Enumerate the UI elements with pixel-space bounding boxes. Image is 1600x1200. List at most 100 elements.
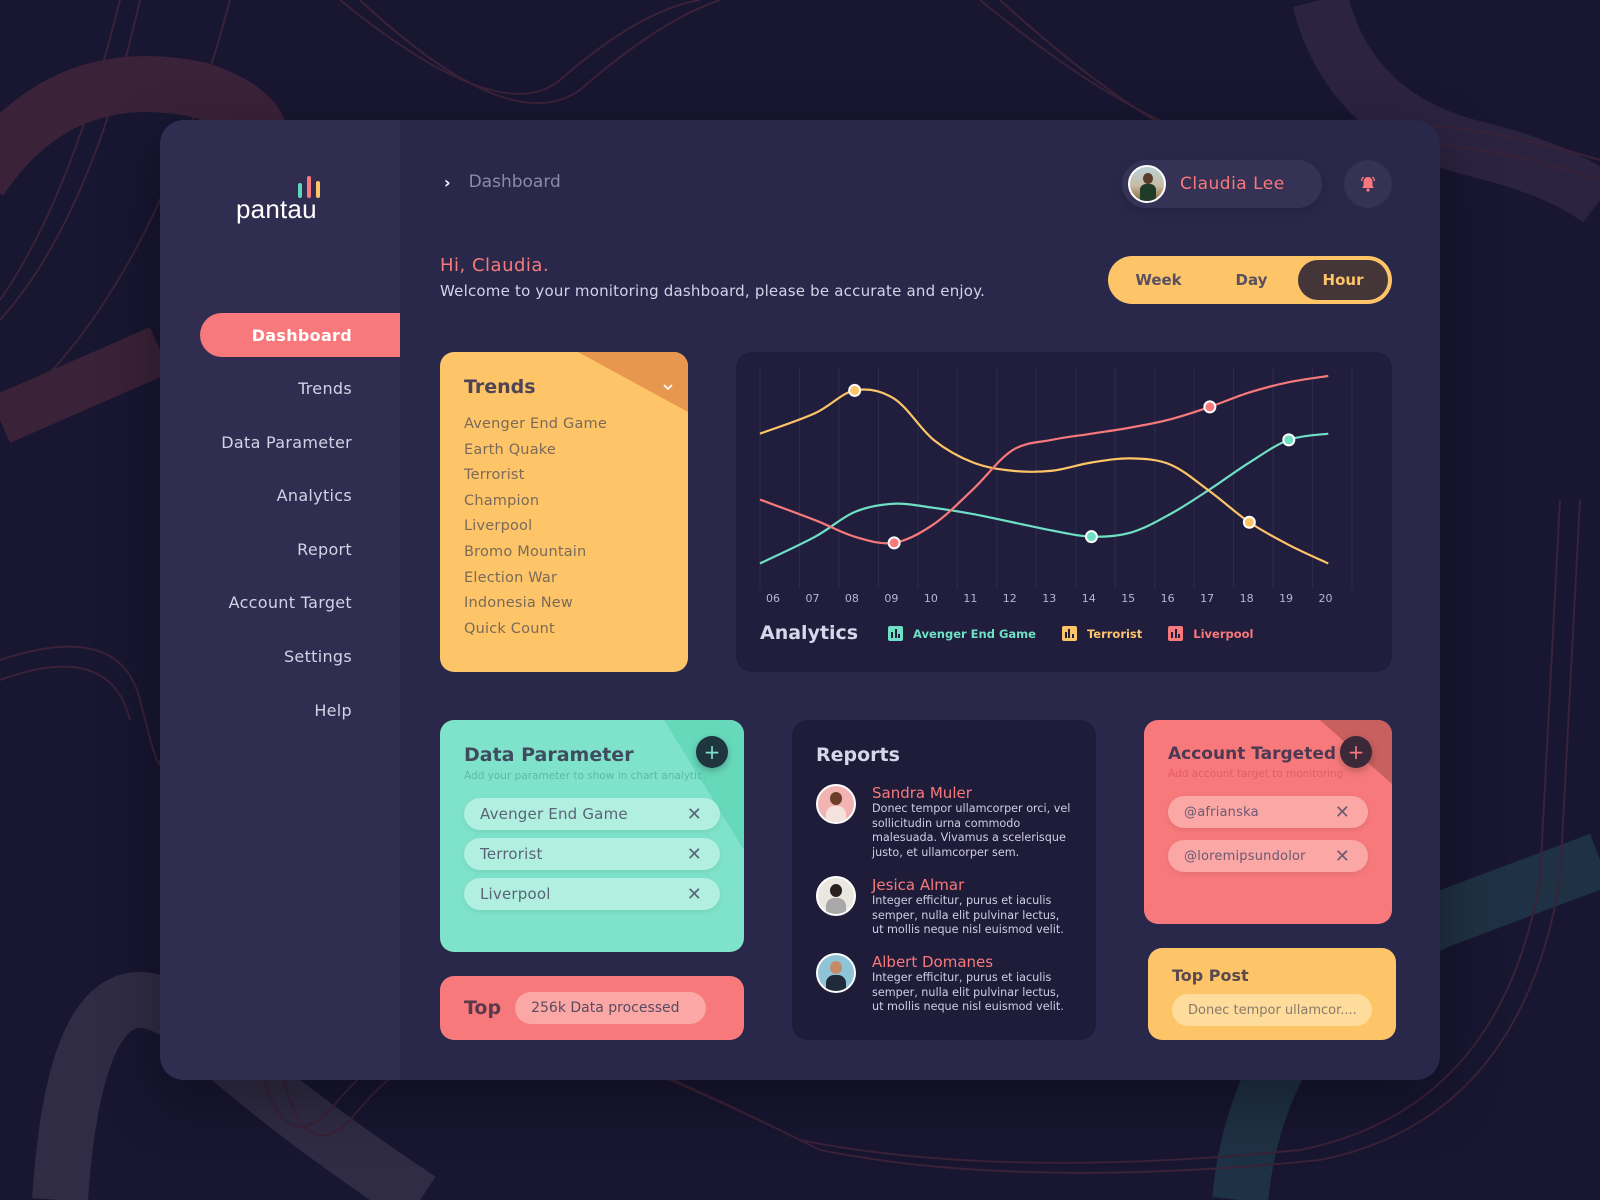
x-tick-label: 08 [845, 592, 859, 605]
sidebar-item-dashboard[interactable]: Dashboard [200, 313, 400, 357]
trend-item[interactable]: Quick Count [464, 617, 607, 643]
close-icon[interactable]: ✕ [1335, 802, 1350, 823]
parameter-chip: Terrorist ✕ [464, 838, 720, 870]
x-tick-label: 19 [1279, 592, 1293, 605]
close-icon[interactable]: ✕ [687, 844, 702, 865]
report-text: Integer efficitur, purus et iaculis semp… [872, 894, 1064, 936]
legend-label: Terrorist [1086, 626, 1143, 641]
report-author: Jesica Almar [872, 876, 965, 894]
x-tick-label: 18 [1240, 592, 1254, 605]
x-tick-label: 16 [1161, 592, 1175, 605]
data-point[interactable] [1242, 515, 1256, 529]
reports-title: Reports [816, 744, 900, 766]
parameter-label: Liverpool [480, 885, 551, 903]
data-point[interactable] [1282, 433, 1296, 447]
trends-title: Trends [464, 376, 536, 398]
sidebar-item-settings[interactable]: Settings [160, 635, 400, 679]
series-line-terrorist [759, 388, 1329, 565]
close-icon[interactable]: ✕ [687, 804, 702, 825]
chevron-right-icon: › [444, 172, 451, 192]
bar-chart-icon [1168, 626, 1184, 641]
trend-item[interactable]: Liverpool [464, 514, 607, 540]
trend-item[interactable]: Bromo Mountain [464, 540, 607, 566]
account-label: @loremipsundolor [1184, 848, 1306, 864]
x-tick-label: 12 [1003, 592, 1017, 605]
bar-chart-icon [1061, 626, 1077, 641]
data-point[interactable] [887, 536, 901, 550]
top-post-value[interactable]: Donec tempor ullamcor.... [1172, 994, 1372, 1026]
range-hour-button[interactable]: Hour [1298, 260, 1388, 300]
breadcrumb-current[interactable]: Dashboard [469, 172, 561, 192]
app-window: pantau Dashboard Trends Data Parameter A… [160, 120, 1440, 1080]
data-point[interactable] [1203, 400, 1217, 414]
sidebar-item-analytics[interactable]: Analytics [160, 474, 400, 518]
add-account-button[interactable]: + [1340, 736, 1372, 768]
logo[interactable]: pantau [236, 176, 336, 226]
series-line-avenger-end-game [759, 432, 1329, 565]
trend-item[interactable]: Champion [464, 489, 607, 515]
avatar [816, 876, 856, 916]
avatar [1128, 165, 1166, 203]
greeting-title: Hi, Claudia. [440, 255, 550, 276]
user-menu-button[interactable]: Claudia Lee [1122, 160, 1322, 208]
bar-chart-icon [888, 626, 903, 641]
reports-card: Reports Sandra Muler Donec tempor ullamc… [792, 720, 1096, 1040]
legend-item-terrorist[interactable]: Terrorist [1061, 626, 1143, 641]
top-value: 256k Data processed [515, 992, 706, 1024]
data-point[interactable] [848, 383, 862, 397]
range-week-button[interactable]: Week [1112, 260, 1205, 300]
brand-name: pantau [236, 194, 317, 224]
close-icon[interactable]: ✕ [687, 884, 702, 905]
legend-item-liverpool[interactable]: Liverpool [1168, 626, 1254, 641]
report-item[interactable]: Jesica Almar Integer efficitur, purus et… [816, 876, 1072, 938]
account-chip: @loremipsundolor ✕ [1168, 840, 1368, 872]
data-point[interactable] [1084, 530, 1098, 544]
account-targeted-card: Account Targeted Add account target to m… [1144, 720, 1392, 924]
trends-list: Avenger End Game Earth Quake Terrorist C… [464, 412, 607, 642]
x-tick-label: 09 [884, 592, 898, 605]
parameter-chip: Avenger End Game ✕ [464, 798, 720, 830]
report-item[interactable]: Albert Domanes Integer efficitur, purus … [816, 953, 1072, 1015]
sidebar-item-account-target[interactable]: Account Target [160, 581, 400, 625]
report-author: Albert Domanes [872, 953, 994, 971]
notification-button[interactable] [1344, 160, 1392, 208]
greeting: Hi, Claudia. Welcome to your monitoring … [440, 255, 985, 300]
report-author: Sandra Muler [872, 784, 972, 802]
chevron-down-icon[interactable] [662, 380, 674, 394]
report-text: Integer efficitur, purus et iaculis semp… [872, 971, 1064, 1013]
plus-icon: + [703, 740, 721, 764]
account-targeted-subtitle: Add account target to monitoring [1168, 768, 1344, 780]
sidebar-item-help[interactable]: Help [160, 688, 400, 732]
add-parameter-button[interactable]: + [696, 736, 728, 768]
top-label: Top [464, 997, 502, 1019]
range-day-button[interactable]: Day [1205, 260, 1298, 300]
x-tick-label: 11 [963, 592, 977, 605]
close-icon[interactable]: ✕ [1335, 846, 1350, 867]
top-post-card: Top Post Donec tempor ullamcor.... [1148, 948, 1396, 1040]
sidebar-item-report[interactable]: Report [160, 527, 400, 571]
trends-card: Trends Avenger End Game Earth Quake Terr… [440, 352, 688, 672]
sidebar-nav: Dashboard Trends Data Parameter Analytic… [160, 313, 400, 742]
time-range-toggle: Week Day Hour [1108, 256, 1392, 304]
sidebar-item-trends[interactable]: Trends [160, 367, 400, 411]
greeting-subtitle: Welcome to your monitoring dashboard, pl… [440, 282, 986, 300]
report-item[interactable]: Sandra Muler Donec tempor ullamcorper or… [816, 784, 1072, 860]
x-tick-label: 10 [924, 592, 938, 605]
parameter-label: Avenger End Game [480, 805, 628, 823]
top-card: Top 256k Data processed [440, 976, 744, 1040]
sidebar-item-data-parameter[interactable]: Data Parameter [160, 420, 400, 464]
trend-item[interactable]: Indonesia New [464, 591, 607, 617]
trend-item[interactable]: Election War [464, 566, 607, 592]
x-tick-label: 17 [1200, 592, 1214, 605]
data-parameter-title: Data Parameter [464, 744, 634, 766]
sidebar: pantau Dashboard Trends Data Parameter A… [160, 120, 400, 1080]
account-label: @afrianska [1184, 804, 1259, 820]
parameter-label: Terrorist [480, 845, 543, 863]
trend-item[interactable]: Earth Quake [464, 438, 607, 464]
trend-item[interactable]: Terrorist [464, 463, 607, 489]
data-parameter-card: Data Parameter Add your parameter to sho… [440, 720, 744, 952]
x-tick-label: 14 [1082, 592, 1096, 605]
trend-item[interactable]: Avenger End Game [464, 412, 607, 438]
avatar [816, 784, 856, 824]
legend-item-avenger[interactable]: Avenger End Game [888, 626, 1036, 641]
